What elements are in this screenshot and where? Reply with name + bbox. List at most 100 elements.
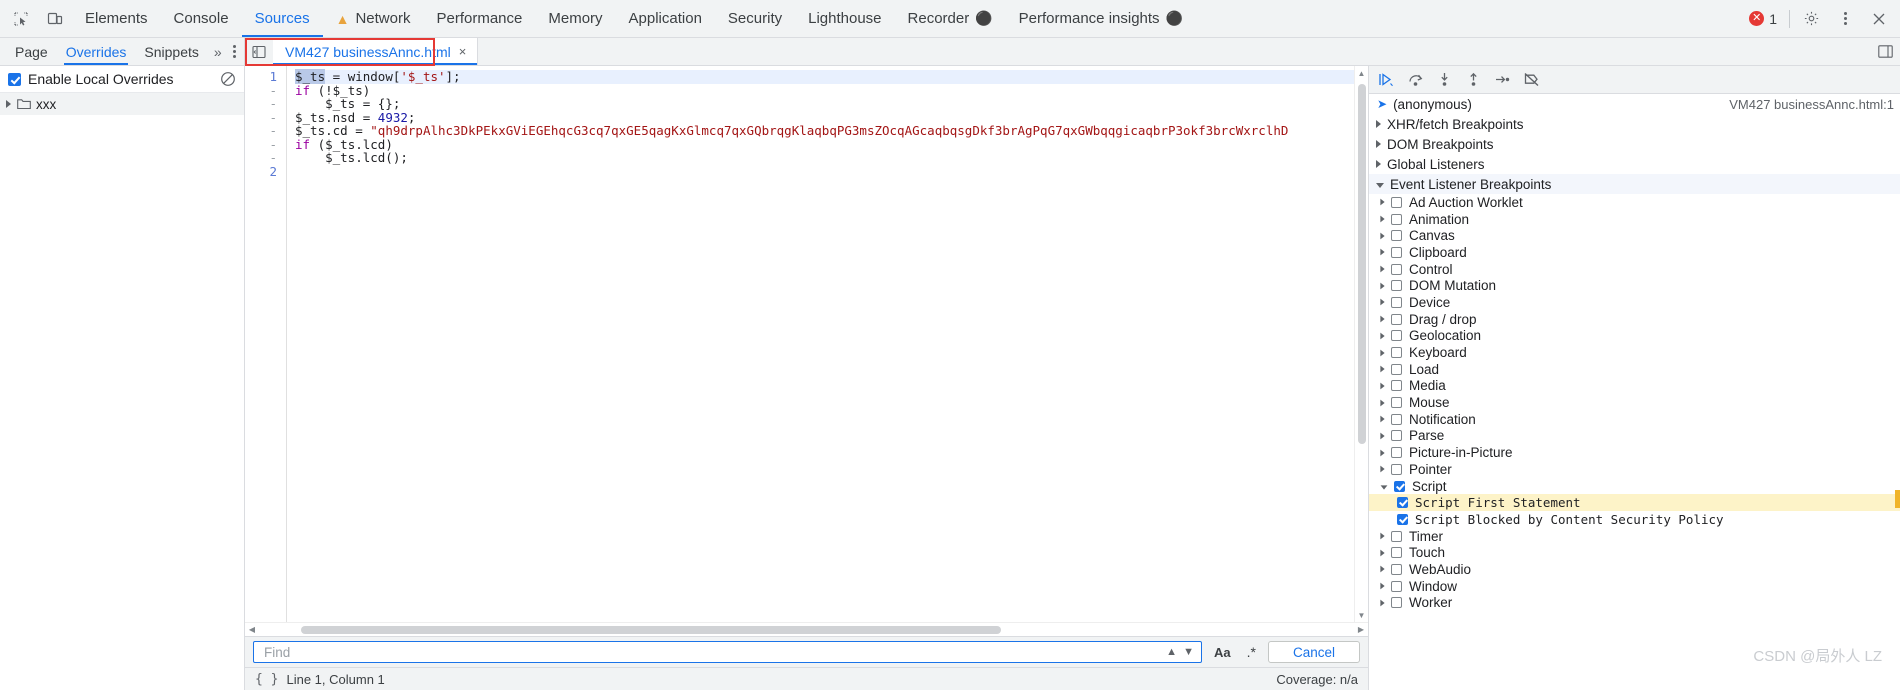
event-listener-breakpoint-row[interactable]: Touch bbox=[1369, 544, 1900, 561]
subtab-page[interactable]: Page bbox=[6, 38, 57, 65]
dock-side-icon[interactable] bbox=[1870, 45, 1900, 58]
collapse-triangle-icon[interactable] bbox=[1380, 484, 1388, 490]
breakpoint-checkbox[interactable] bbox=[1391, 563, 1402, 575]
code-content[interactable]: $_ts = window['$_ts']; if (!$_ts) $_ts = … bbox=[287, 66, 1354, 622]
code-line[interactable]: $_ts.lcd(); bbox=[295, 151, 1354, 165]
tab-application[interactable]: Application bbox=[616, 0, 715, 37]
device-toolbar-icon[interactable] bbox=[38, 3, 72, 35]
event-listener-breakpoint-row[interactable]: Geolocation bbox=[1369, 328, 1900, 345]
subtab-overrides[interactable]: Overrides bbox=[57, 38, 136, 65]
match-case-button[interactable]: Aa bbox=[1210, 645, 1235, 660]
tab-security[interactable]: Security bbox=[715, 0, 795, 37]
event-listener-breakpoint-row[interactable]: Ad Auction Worklet bbox=[1369, 194, 1900, 211]
breakpoint-checkbox[interactable] bbox=[1391, 580, 1402, 592]
event-listener-breakpoint-row[interactable]: Picture-in-Picture bbox=[1369, 444, 1900, 461]
code-line[interactable]: if ($_ts.lcd) bbox=[295, 137, 1354, 152]
breakpoint-checkbox[interactable] bbox=[1391, 380, 1402, 392]
event-listener-breakpoint-row[interactable]: Parse bbox=[1369, 428, 1900, 445]
breakpoint-checkbox[interactable] bbox=[1391, 296, 1402, 308]
code-line[interactable]: $_ts.cd = "qh9drpAlhc3DkPEkxGViEGEhqcG3c… bbox=[295, 124, 1354, 138]
event-listener-breakpoint-row[interactable]: Animation bbox=[1369, 211, 1900, 228]
error-count-badge[interactable]: ✕ 1 bbox=[1741, 11, 1785, 27]
breakpoint-checkbox[interactable] bbox=[1391, 263, 1402, 275]
tab-console[interactable]: Console bbox=[161, 0, 242, 37]
tab-performance[interactable]: Performance bbox=[423, 0, 535, 37]
expand-triangle-icon[interactable] bbox=[1380, 599, 1385, 607]
step-into-next-function-call-icon[interactable] bbox=[1431, 68, 1458, 92]
debugger-scroll-thumb[interactable] bbox=[1895, 490, 1900, 508]
tab-network[interactable]: ▲ Network bbox=[323, 0, 424, 37]
expand-triangle-icon[interactable] bbox=[1380, 282, 1385, 290]
file-tab-vm427-businessannc[interactable]: VM427 businessAnnc.html × bbox=[273, 38, 479, 65]
expand-triangle-icon[interactable] bbox=[1380, 198, 1385, 206]
expand-triangle-icon[interactable] bbox=[1380, 315, 1385, 323]
more-subtabs-icon[interactable]: » bbox=[208, 44, 228, 60]
editor-horizontal-scrollbar[interactable]: ◀ ▶ bbox=[245, 622, 1368, 636]
tab-lighthouse[interactable]: Lighthouse bbox=[795, 0, 894, 37]
breakpoint-checkbox[interactable] bbox=[1391, 213, 1402, 225]
expand-triangle-icon[interactable] bbox=[6, 100, 11, 108]
breakpoint-checkbox[interactable] bbox=[1391, 597, 1402, 609]
code-line[interactable]: $_ts = {}; bbox=[295, 97, 1354, 111]
expand-triangle-icon[interactable] bbox=[1380, 449, 1385, 457]
close-icon[interactable]: × bbox=[458, 44, 468, 59]
call-stack-frame[interactable]: ➤ (anonymous) VM427 businessAnnc.html:1 bbox=[1369, 94, 1900, 114]
event-listener-breakpoint-row[interactable]: Canvas bbox=[1369, 227, 1900, 244]
line-number[interactable]: - bbox=[245, 137, 277, 152]
expand-triangle-icon[interactable] bbox=[1380, 465, 1385, 473]
breakpoint-checkbox[interactable] bbox=[1391, 347, 1402, 359]
breakpoint-checkbox[interactable] bbox=[1394, 480, 1405, 492]
line-number[interactable]: - bbox=[245, 151, 277, 165]
event-listener-breakpoint-row[interactable]: Keyboard bbox=[1369, 344, 1900, 361]
expand-triangle-icon[interactable] bbox=[1380, 249, 1385, 256]
editor-vertical-scrollbar[interactable]: ▲ ▼ bbox=[1354, 66, 1368, 622]
event-listener-breakpoint-row[interactable]: DOM Mutation bbox=[1369, 277, 1900, 294]
event-listener-breakpoint-row[interactable]: WebAudio bbox=[1369, 561, 1900, 578]
expand-triangle-icon[interactable] bbox=[1380, 399, 1385, 406]
expand-triangle-icon[interactable] bbox=[1380, 232, 1385, 240]
horizontal-scroll-thumb[interactable] bbox=[301, 625, 1001, 634]
tab-sources[interactable]: Sources bbox=[241, 0, 323, 37]
breakpoint-checkbox[interactable] bbox=[1391, 280, 1402, 292]
tab-elements[interactable]: Elements bbox=[72, 0, 161, 37]
expand-triangle-icon[interactable] bbox=[1380, 432, 1385, 440]
event-listener-breakpoint-row[interactable]: Drag / drop bbox=[1369, 311, 1900, 328]
expand-triangle-icon[interactable] bbox=[1380, 265, 1385, 273]
subtab-snippets[interactable]: Snippets bbox=[135, 38, 207, 65]
expand-triangle-icon[interactable] bbox=[1380, 582, 1385, 590]
source-editor[interactable]: 1------2 $_ts = window['$_ts']; if (!$_ts… bbox=[245, 66, 1368, 622]
breakpoint-checkbox[interactable] bbox=[1391, 363, 1402, 375]
kebab-menu-icon[interactable] bbox=[1828, 3, 1862, 35]
scroll-right-arrow-icon[interactable]: ▶ bbox=[1354, 623, 1368, 637]
pretty-print-icon[interactable]: { } bbox=[255, 672, 278, 687]
navigator-kebab-menu-icon[interactable] bbox=[233, 45, 236, 58]
tab-recorder[interactable]: Recorder ⚫ bbox=[895, 0, 1006, 37]
expand-triangle-icon[interactable] bbox=[1380, 532, 1385, 540]
section-xhr-fetch-breakpoints[interactable]: XHR/fetch Breakpoints bbox=[1369, 114, 1900, 134]
code-line[interactable]: if (!$_ts) bbox=[295, 83, 1354, 98]
debugger-scrollbar[interactable] bbox=[1895, 94, 1900, 690]
event-listener-breakpoint-row[interactable]: Media bbox=[1369, 378, 1900, 395]
event-listener-breakpoint-row[interactable]: Device bbox=[1369, 294, 1900, 311]
section-event-listener-breakpoints[interactable]: Event Listener Breakpoints bbox=[1369, 174, 1900, 194]
expand-triangle-icon[interactable] bbox=[1380, 332, 1385, 340]
scroll-up-arrow-icon[interactable]: ▲ bbox=[1355, 66, 1368, 80]
breakpoint-checkbox[interactable] bbox=[1391, 313, 1402, 325]
expand-triangle-icon[interactable] bbox=[1380, 215, 1385, 223]
expand-triangle-icon[interactable] bbox=[1380, 349, 1385, 356]
breakpoint-checkbox[interactable] bbox=[1391, 196, 1402, 208]
step-over-next-function-call-icon[interactable] bbox=[1402, 68, 1429, 92]
breakpoint-checkbox[interactable] bbox=[1391, 413, 1402, 425]
step-out-of-current-function-icon[interactable] bbox=[1460, 68, 1487, 92]
event-listener-breakpoint-row[interactable]: Control bbox=[1369, 261, 1900, 278]
inspect-element-icon[interactable] bbox=[4, 3, 38, 35]
navigator-toggle-icon[interactable] bbox=[245, 38, 273, 65]
event-listener-breakpoint-child-row[interactable]: Script Blocked by Content Security Polic… bbox=[1369, 511, 1900, 528]
horizontal-scroll-track[interactable] bbox=[259, 623, 1354, 637]
line-number[interactable]: - bbox=[245, 97, 277, 111]
line-number[interactable]: - bbox=[245, 110, 277, 125]
find-input-wrapper[interactable]: ▲ ▼ bbox=[253, 641, 1203, 663]
event-listener-breakpoint-row[interactable]: Window bbox=[1369, 578, 1900, 595]
breakpoint-checkbox[interactable] bbox=[1397, 513, 1408, 525]
code-line[interactable]: $_ts.nsd = 4932; bbox=[295, 110, 1354, 125]
